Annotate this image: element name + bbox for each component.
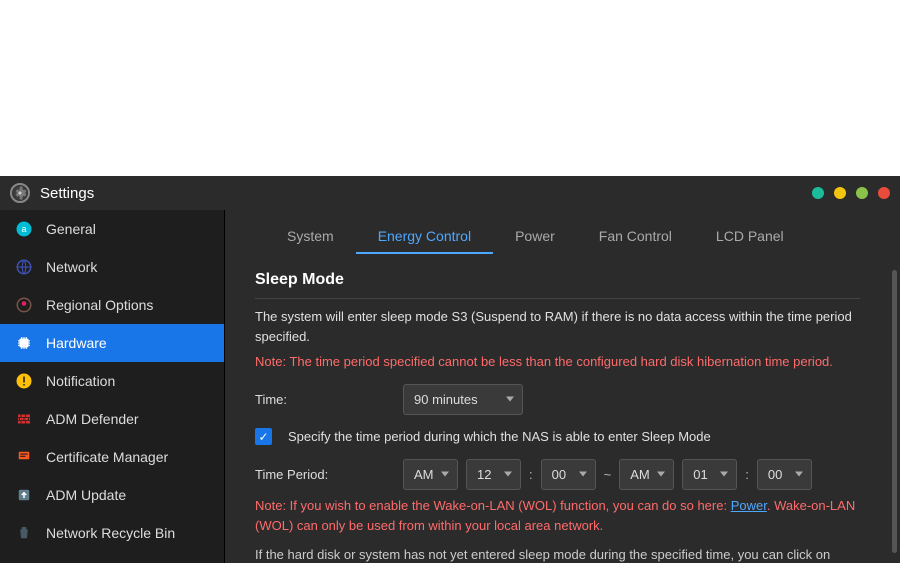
period-label: Time Period: bbox=[255, 465, 395, 485]
cert-icon bbox=[14, 447, 34, 467]
dot-yellow[interactable] bbox=[834, 187, 846, 199]
bin-icon bbox=[14, 523, 34, 543]
tabs: SystemEnergy ControlPowerFan ControlLCD … bbox=[225, 210, 900, 254]
chip-icon bbox=[14, 333, 34, 353]
sidebar-item-label: Notification bbox=[46, 373, 115, 389]
panel: Sleep Mode The system will enter sleep m… bbox=[225, 254, 900, 563]
period-ampm2-select[interactable]: AM bbox=[619, 459, 674, 491]
sidebar-item-label: Regional Options bbox=[46, 297, 153, 313]
tab-energy-control[interactable]: Energy Control bbox=[356, 220, 493, 254]
divider bbox=[255, 298, 860, 299]
specify-period-label: Specify the time period during which the… bbox=[288, 427, 711, 447]
window-controls bbox=[812, 187, 890, 199]
up-icon bbox=[14, 485, 34, 505]
sidebar-item-scheduling[interactable]: Scheduling bbox=[0, 552, 224, 563]
period-mm1-select[interactable]: 00 bbox=[541, 459, 596, 491]
specify-period-checkbox[interactable]: ✓ bbox=[255, 428, 272, 445]
sidebar-item-label: ADM Defender bbox=[46, 411, 139, 427]
settings-gear-icon bbox=[10, 183, 30, 203]
section-title: Sleep Mode bbox=[255, 268, 860, 292]
globe-icon bbox=[14, 257, 34, 277]
wol-note: Note: If you wish to enable the Wake-on-… bbox=[255, 496, 860, 535]
title-bar: Settings bbox=[0, 176, 900, 210]
sidebar-item-network-recycle-bin[interactable]: Network Recycle Bin bbox=[0, 514, 224, 552]
sidebar-item-regional-options[interactable]: Regional Options bbox=[0, 286, 224, 324]
content-area: SystemEnergy ControlPowerFan ControlLCD … bbox=[225, 210, 900, 563]
tab-power[interactable]: Power bbox=[493, 220, 577, 254]
sleep-desc: The system will enter sleep mode S3 (Sus… bbox=[255, 307, 860, 346]
sidebar-item-label: Network bbox=[46, 259, 97, 275]
tab-lcd-panel[interactable]: LCD Panel bbox=[694, 220, 806, 254]
sidebar-item-label: Hardware bbox=[46, 335, 107, 351]
diag-desc: If the hard disk or system has not yet e… bbox=[255, 545, 860, 563]
sidebar-item-label: ADM Update bbox=[46, 487, 126, 503]
sidebar-item-adm-update[interactable]: ADM Update bbox=[0, 476, 224, 514]
content-scrollbar[interactable] bbox=[892, 270, 897, 553]
pin-icon bbox=[14, 295, 34, 315]
tab-fan-control[interactable]: Fan Control bbox=[577, 220, 694, 254]
window-title: Settings bbox=[40, 185, 94, 202]
time-label: Time: bbox=[255, 390, 395, 410]
sidebar-item-network[interactable]: Network bbox=[0, 248, 224, 286]
sidebar-item-certificate-manager[interactable]: Certificate Manager bbox=[0, 438, 224, 476]
dot-green[interactable] bbox=[856, 187, 868, 199]
sidebar-item-general[interactable]: a General bbox=[0, 210, 224, 248]
dot-red[interactable] bbox=[878, 187, 890, 199]
tab-system[interactable]: System bbox=[265, 220, 356, 254]
period-hh2-select[interactable]: 01 bbox=[682, 459, 737, 491]
sidebar-item-label: General bbox=[46, 221, 96, 237]
svg-text:a: a bbox=[21, 224, 26, 234]
power-link[interactable]: Power bbox=[731, 498, 767, 513]
alert-icon bbox=[14, 371, 34, 391]
sidebar-item-hardware[interactable]: Hardware bbox=[0, 324, 224, 362]
sidebar-item-label: Certificate Manager bbox=[46, 449, 168, 465]
a-icon: a bbox=[14, 219, 34, 239]
sidebar-item-adm-defender[interactable]: ADM Defender bbox=[0, 400, 224, 438]
sidebar-item-notification[interactable]: Notification bbox=[0, 362, 224, 400]
period-hh1-select[interactable]: 12 bbox=[466, 459, 521, 491]
wall-icon bbox=[14, 409, 34, 429]
sidebar-item-label: Network Recycle Bin bbox=[46, 525, 175, 541]
period-ampm1-select[interactable]: AM bbox=[403, 459, 458, 491]
dot-teal[interactable] bbox=[812, 187, 824, 199]
sleep-note-1: Note: The time period specified cannot b… bbox=[255, 352, 860, 372]
sidebar: a General Network Regional Options Hardware N… bbox=[0, 210, 225, 563]
time-select[interactable]: 90 minutes bbox=[403, 384, 523, 416]
period-mm2-select[interactable]: 00 bbox=[757, 459, 812, 491]
